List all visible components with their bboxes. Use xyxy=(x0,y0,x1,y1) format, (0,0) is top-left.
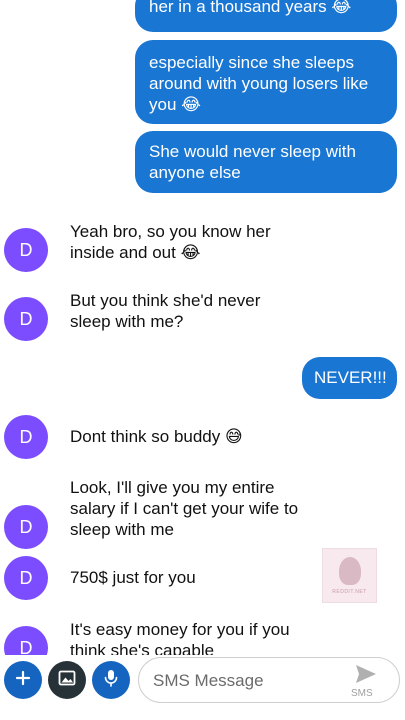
watermark-text: REDDIT.NET xyxy=(332,588,367,595)
voice-button[interactable] xyxy=(92,661,130,699)
send-icon xyxy=(355,664,377,689)
avatar-initial: D xyxy=(19,567,33,588)
message-text: Dont think so buddy 😅 xyxy=(70,427,243,446)
incoming-message[interactable]: Dont think so buddy 😅 xyxy=(70,426,390,447)
incoming-message[interactable]: But you think she'd never sleep with me? xyxy=(70,290,290,332)
avatar-initial: D xyxy=(19,239,33,260)
contact-avatar[interactable]: D xyxy=(4,505,48,549)
watermark-icon xyxy=(338,556,361,585)
incoming-message[interactable]: Look, I'll give you my entire salary if … xyxy=(70,477,320,540)
message-text: NEVER!!! xyxy=(314,368,387,387)
send-label: SMS xyxy=(351,688,373,699)
message-text: Yeah bro, so you know her inside and out… xyxy=(70,222,271,262)
message-text: especially since she sleeps around with … xyxy=(149,53,369,114)
add-button[interactable] xyxy=(4,661,42,699)
message-thread: her in a thousand years 😂 especially sin… xyxy=(0,0,405,655)
add-icon xyxy=(15,670,31,691)
gallery-button[interactable] xyxy=(48,661,86,699)
outgoing-message[interactable]: especially since she sleeps around with … xyxy=(135,40,397,124)
message-text: 750$ just for you xyxy=(70,568,196,587)
message-text: her in a thousand years 😂 xyxy=(149,0,352,16)
avatar-initial: D xyxy=(19,308,33,329)
contact-avatar[interactable]: D xyxy=(4,297,48,341)
message-input-container: SMS xyxy=(138,657,400,703)
message-text: Look, I'll give you my entire salary if … xyxy=(70,478,299,539)
avatar-initial: D xyxy=(19,516,33,537)
gallery-icon xyxy=(58,669,76,692)
message-text: It's easy money for you if you think she… xyxy=(70,620,290,655)
outgoing-message[interactable]: her in a thousand years 😂 xyxy=(135,0,397,32)
message-input[interactable] xyxy=(151,668,335,694)
incoming-message[interactable]: Yeah bro, so you know her inside and out… xyxy=(70,221,300,263)
contact-avatar[interactable]: D xyxy=(4,228,48,272)
incoming-message[interactable]: It's easy money for you if you think she… xyxy=(70,619,310,655)
send-button[interactable]: SMS xyxy=(347,662,387,700)
avatar-initial: D xyxy=(19,426,33,447)
watermark-logo: REDDIT.NET xyxy=(322,548,377,603)
outgoing-message[interactable]: NEVER!!! xyxy=(302,357,397,399)
contact-avatar[interactable]: D xyxy=(4,626,48,655)
contact-avatar[interactable]: D xyxy=(4,556,48,600)
message-text: But you think she'd never sleep with me? xyxy=(70,291,261,331)
avatar-initial: D xyxy=(19,637,33,656)
outgoing-message[interactable]: She would never sleep with anyone else xyxy=(135,131,397,193)
contact-avatar[interactable]: D xyxy=(4,415,48,459)
mic-icon xyxy=(103,669,119,692)
message-text: She would never sleep with anyone else xyxy=(149,142,356,182)
